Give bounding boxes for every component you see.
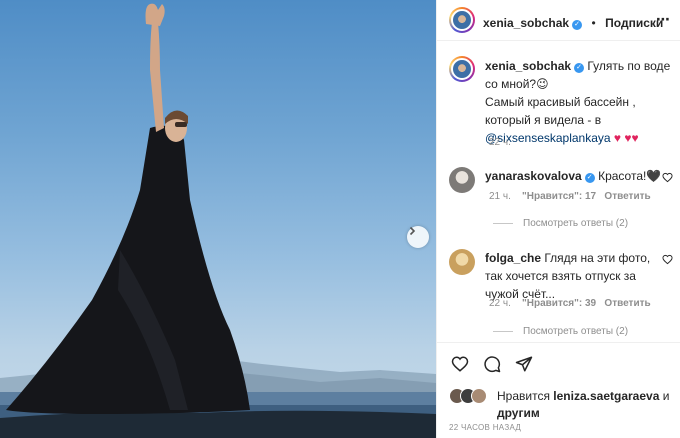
comment-time: 21 ч. [489,191,511,202]
likes-others-link[interactable]: другим [497,406,540,420]
reply-button[interactable]: Ответить [604,191,650,202]
comment-username[interactable]: yanaraskovalova [485,169,582,183]
comment-bubble-icon[interactable] [483,355,501,373]
more-dots-icon[interactable]: ⋯ [656,11,671,28]
caption-text-part2: Самый красивый бассейн , который я видел… [485,95,636,127]
likes-user-link[interactable]: leniza.saetgaraeva [553,389,659,403]
view-replies-2[interactable]: Посмотреть ответы (2) [493,326,628,337]
verified-icon: ✓ [584,173,595,183]
caption-avatar[interactable] [449,56,475,82]
like-heart-icon[interactable] [451,355,469,373]
share-send-icon[interactable] [515,355,533,373]
chevron-right-icon [409,226,416,236]
caption-time: 22 ч. [489,137,511,148]
action-bar [437,342,680,385]
view-replies-1[interactable]: Посмотреть ответы (2) [493,218,628,229]
comment-text: Красота!🖤 [598,169,662,183]
liker-avatar [471,388,487,404]
header-separator: • [591,16,596,30]
verified-icon: ✓ [572,20,583,30]
liker-avatars[interactable] [449,388,491,404]
header-user-line: xenia_sobchak ✓ • Подписки [483,14,663,32]
reply-button[interactable]: Ответить [604,298,650,309]
next-photo-button[interactable] [407,226,429,248]
comment-avatar[interactable] [449,167,475,193]
verified-icon: ✓ [574,63,585,73]
post-header: xenia_sobchak ✓ • Подписки ⋯ [437,0,680,41]
likes-prefix: Нравится [497,389,550,403]
following-button[interactable]: Подписки [605,16,663,30]
comment-username[interactable]: folga_che [485,251,541,265]
comment-1-meta: 21 ч. "Нравится": 17 Ответить [489,191,651,202]
post-timestamp[interactable]: 22 ЧАСОВ НАЗАД [449,423,521,432]
view-replies-label[interactable]: Посмотреть ответы (2) [523,326,628,337]
likes-summary: Нравится leniza.saetgaraeva и другим [497,388,677,422]
post-panel: xenia_sobchak ✓ • Подписки ⋯ xenia_sobcha… [436,0,680,438]
comment-2-meta: 22 ч. "Нравится": 39 Ответить [489,298,651,309]
header-username[interactable]: xenia_sobchak [483,16,569,30]
caption-username[interactable]: xenia_sobchak [485,59,571,73]
comment-likes-count[interactable]: "Нравится": 39 [522,298,596,309]
comment-likes-count[interactable]: "Нравится": 17 [522,191,596,202]
likes-and: и [662,389,670,403]
comment-1: yanaraskovalova ✓ Красота!🖤 [485,167,665,185]
comment-time: 22 ч. [489,298,511,309]
replies-divider [493,222,513,224]
comment-avatar[interactable] [449,249,475,275]
heart-emojis: ♥ ♥♥ [613,131,639,145]
post-photo-illustration [0,3,436,438]
replies-divider [493,330,513,332]
caption: xenia_sobchak ✓ Гулять по воде со мной?😉 … [485,57,675,147]
comment-like-heart-icon[interactable] [662,172,673,183]
view-replies-label[interactable]: Посмотреть ответы (2) [523,218,628,229]
post-image[interactable] [0,0,436,438]
comment-like-heart-icon[interactable] [662,254,673,265]
author-avatar[interactable] [449,7,475,33]
comment-2: folga_che Глядя на эти фото, так хочется… [485,249,665,303]
